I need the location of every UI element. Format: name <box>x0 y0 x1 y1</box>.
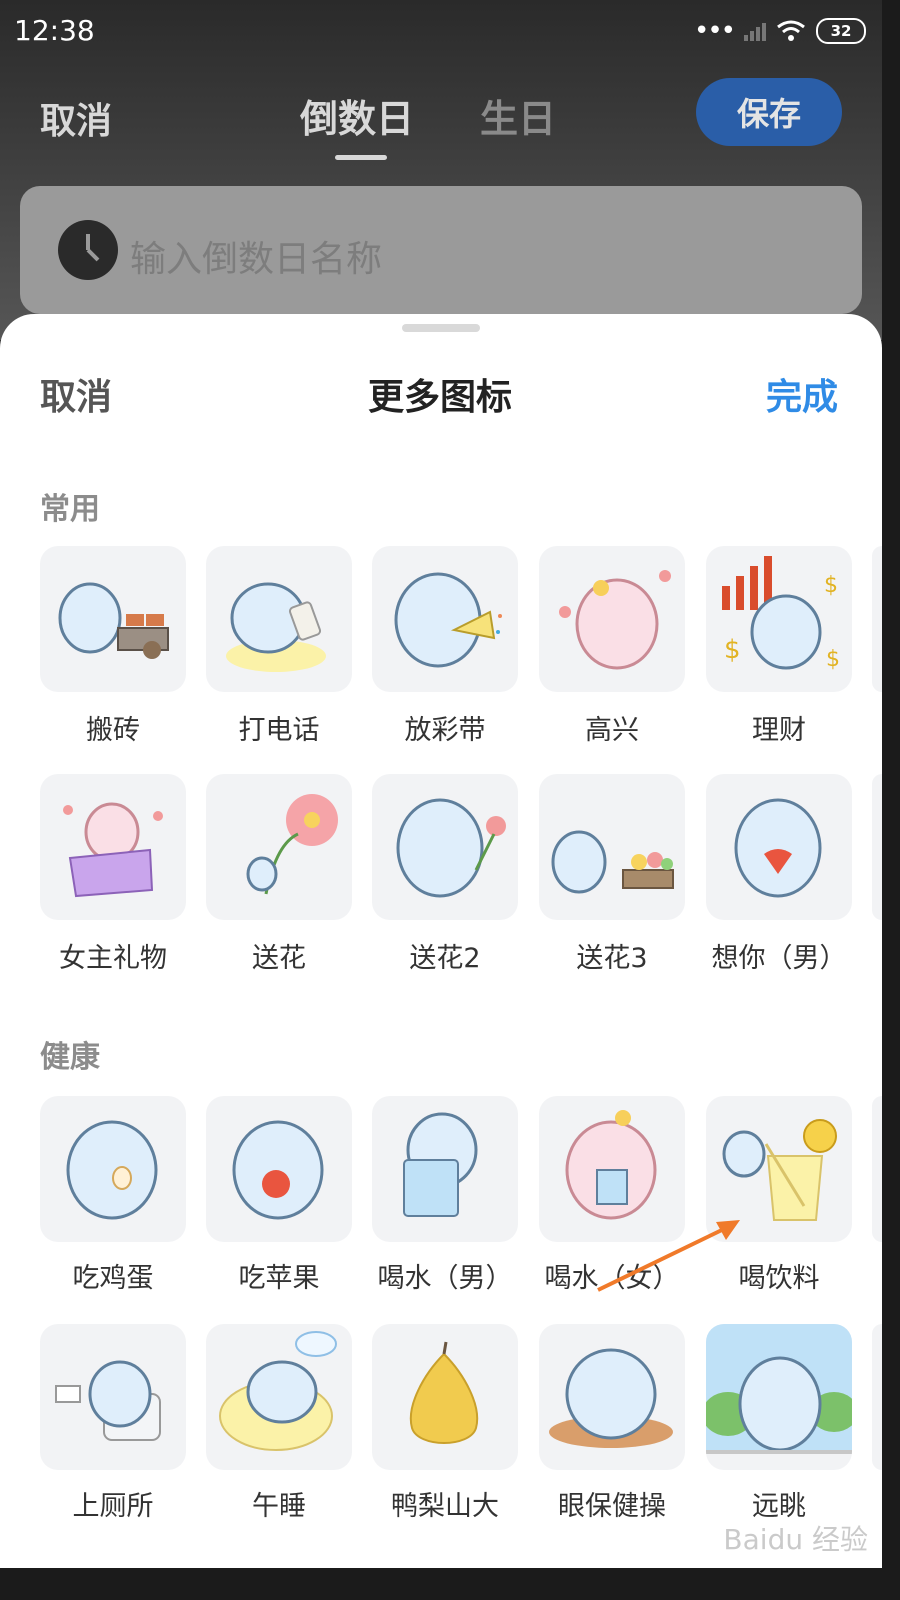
svg-text:$: $ <box>824 573 838 598</box>
eat-apple-icon <box>232 1120 324 1220</box>
icon-tile-flower-2[interactable] <box>372 774 518 920</box>
finance-icon: $ $ $ <box>722 556 840 672</box>
carry-bricks-icon <box>58 582 169 659</box>
icon-tile-drink-water-male[interactable] <box>372 1096 518 1242</box>
icon-tile-happy[interactable] <box>539 546 685 692</box>
svg-text:$: $ <box>724 635 741 665</box>
look-far-icon <box>706 1324 852 1454</box>
gift-icon <box>63 802 163 898</box>
header-cancel-button[interactable]: 取消 <box>40 92 112 144</box>
icon-label: 吃苹果 <box>238 1263 320 1294</box>
annotation-arrow-icon <box>597 1220 740 1292</box>
icon-label: 眼保健操 <box>558 1491 666 1522</box>
icon-label: 上厕所 <box>72 1491 154 1522</box>
sheet-title: 更多图标 <box>368 377 513 418</box>
icon-tile-flower[interactable] <box>206 774 352 920</box>
status-time: 12:38 <box>14 14 95 47</box>
icon-label: 打电话 <box>238 715 320 746</box>
icon-label: 午睡 <box>252 1491 306 1522</box>
drink-water-male-icon <box>403 1112 478 1217</box>
flower-icon <box>246 794 338 895</box>
icon-tile-toilet[interactable] <box>40 1324 186 1470</box>
icon-tile-eye-exercise[interactable] <box>539 1324 685 1470</box>
icon-label: 送花3 <box>576 943 648 974</box>
section-title-health: 健康 <box>40 1040 100 1075</box>
sheet-handle[interactable] <box>402 324 480 332</box>
tile-peek <box>872 774 882 920</box>
section-title-common: 常用 <box>40 492 100 527</box>
streamer-icon <box>394 572 502 668</box>
flower-2-icon <box>396 798 506 898</box>
icon-tile-miss-you[interactable] <box>706 774 852 920</box>
save-button[interactable]: 保存 <box>696 78 842 146</box>
icon-label: 放彩带 <box>404 715 486 746</box>
icon-tile-stress[interactable] <box>372 1324 518 1470</box>
icon-tile-flower-3[interactable] <box>539 774 685 920</box>
svg-text:$: $ <box>826 647 840 672</box>
icon-label: 鸭梨山大 <box>391 1491 499 1522</box>
icon-tile-eat-apple[interactable] <box>206 1096 352 1242</box>
icon-tile-finance[interactable]: $ $ $ <box>706 546 852 692</box>
background-page: 12:38 ••• 32 取消 倒数日 生日 保存 输入倒数日名称 <box>0 0 882 340</box>
tile-peek <box>872 546 882 692</box>
wifi-icon <box>777 20 805 41</box>
icon-label: 喝水（男） <box>377 1263 513 1294</box>
miss-you-icon <box>734 798 822 898</box>
tab-birthday[interactable]: 生日 <box>480 88 556 143</box>
more-icons-sheet: 取消 更多图标 完成 常用 $ $ $ 搬砖 打电话 放彩带 高兴 理财 女主礼… <box>0 314 882 1568</box>
icon-label: 理财 <box>752 715 806 746</box>
icon-tile-streamer[interactable] <box>372 546 518 692</box>
icon-tile-carry-bricks[interactable] <box>40 546 186 692</box>
countdown-name-input[interactable]: 输入倒数日名称 <box>20 186 862 314</box>
toilet-icon <box>55 1360 161 1441</box>
clock-icon <box>58 220 118 280</box>
icon-label: 高兴 <box>585 715 639 746</box>
more-dots-icon: ••• <box>693 16 736 46</box>
phone-call-icon <box>226 582 326 672</box>
icon-label: 送花 <box>252 943 306 974</box>
tile-peek <box>872 1324 882 1470</box>
icon-tile-gift[interactable] <box>40 774 186 920</box>
nap-icon <box>219 1331 337 1451</box>
pear-icon <box>409 1341 479 1444</box>
done-button[interactable]: 完成 <box>766 368 838 420</box>
tab-countdown[interactable]: 倒数日 <box>300 88 414 143</box>
signal-icon <box>744 21 766 41</box>
status-icons: ••• 32 <box>694 16 866 46</box>
eye-exercise-icon <box>549 1348 673 1448</box>
name-placeholder: 输入倒数日名称 <box>130 239 383 280</box>
tile-peek <box>872 1096 882 1242</box>
icon-label: 吃鸡蛋 <box>72 1263 154 1294</box>
icon-tile-eat-egg[interactable] <box>40 1096 186 1242</box>
active-tab-indicator <box>335 155 387 160</box>
icon-tile-nap[interactable] <box>206 1324 352 1470</box>
eat-egg-icon <box>66 1120 158 1220</box>
sheet-cancel-button[interactable]: 取消 <box>40 368 112 420</box>
icon-tile-phone-call[interactable] <box>206 546 352 692</box>
watermark: Baidu 经验 <box>723 1523 868 1556</box>
flower-3-icon <box>551 830 674 894</box>
icon-label: 女主礼物 <box>59 943 167 974</box>
icon-tile-look-far[interactable] <box>706 1324 852 1470</box>
battery-icon: 32 <box>816 18 866 44</box>
icon-label: 送花2 <box>409 943 481 974</box>
icon-label: 想你（男） <box>711 943 847 974</box>
status-bar: 12:38 ••• 32 <box>0 0 882 60</box>
happy-icon <box>559 570 671 670</box>
icon-label: 搬砖 <box>86 715 140 746</box>
